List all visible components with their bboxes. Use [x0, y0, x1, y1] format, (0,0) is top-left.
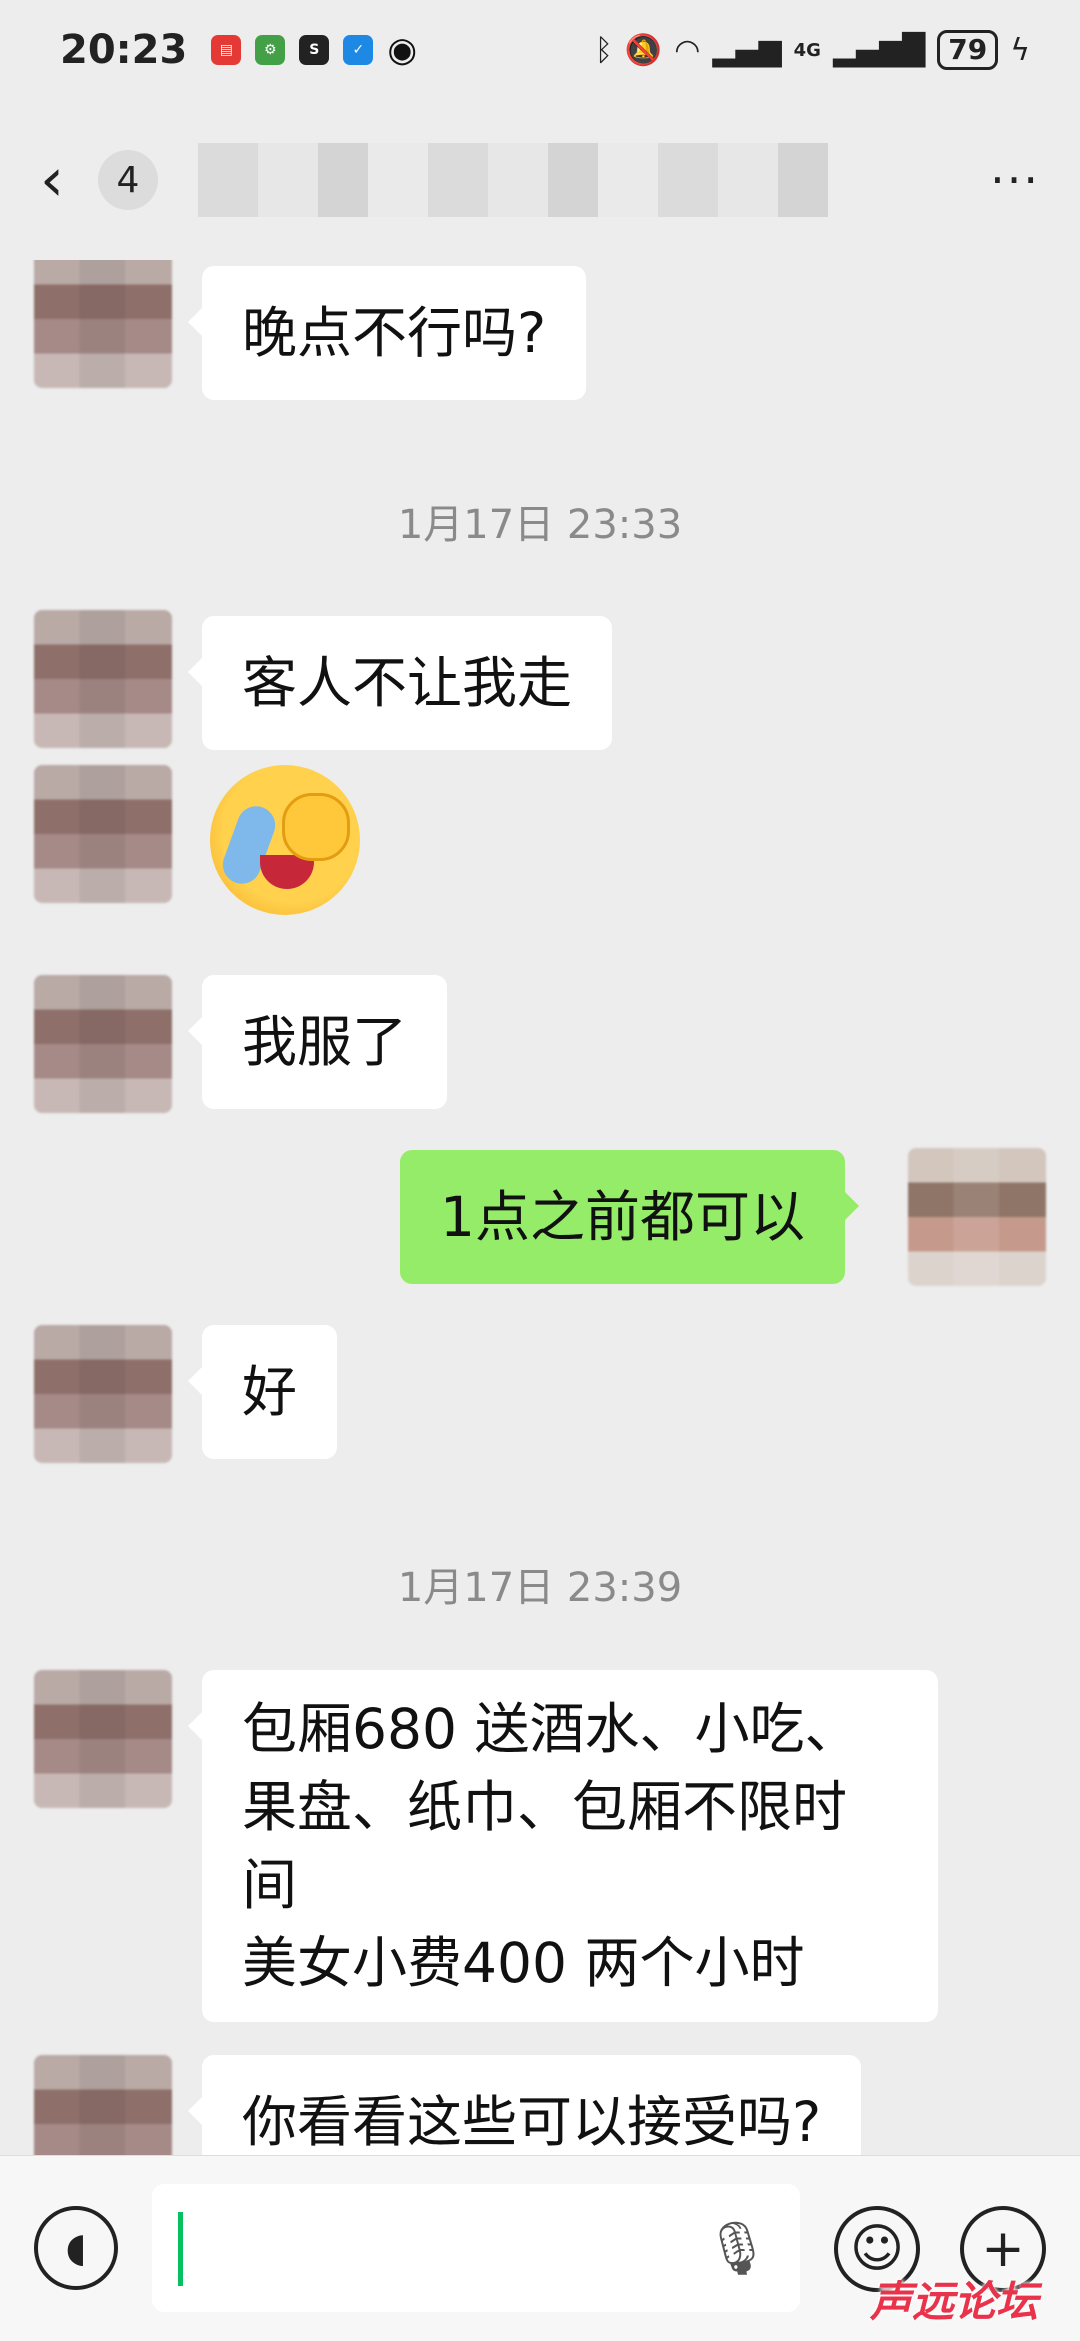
contact-avatar[interactable] [34, 2055, 172, 2155]
settings-notification-icon: ⚙ [255, 35, 286, 65]
status-bar: 20:23 ▤ ⚙ S ✓ ◉ ᛒ 🔕 ◠ ▂▄▆ 4G ▂▄▆█ 79 ϟ [0, 0, 1080, 100]
contact-avatar[interactable] [34, 260, 172, 388]
message-bubble[interactable]: 客人不让我走 [187, 616, 613, 750]
contact-avatar[interactable] [34, 765, 172, 903]
eye-icon: ◉ [387, 30, 417, 70]
notification-app-icon: ▤ [211, 35, 242, 65]
signal-icon-2: ▂▄▆█ [832, 32, 926, 68]
microphone-icon[interactable]: 🎙 [704, 2218, 770, 2279]
message-line: 美女小费400 两个小时 [242, 1931, 805, 1995]
network-type: 4G [793, 39, 821, 61]
charging-icon: ϟ [1010, 32, 1030, 68]
message-bubble[interactable]: 我服了 [187, 975, 448, 1109]
wifi-icon: ◠ [674, 32, 701, 68]
status-right: ᛒ 🔕 ◠ ▂▄▆ 4G ▂▄▆█ 79 ϟ [595, 30, 1030, 70]
chat-title-blurred [198, 143, 828, 217]
status-time: 20:23 [60, 27, 188, 73]
more-options-icon[interactable]: ··· [990, 153, 1040, 207]
contact-avatar[interactable] [34, 1670, 172, 1808]
message-line: 间 [242, 1853, 298, 1917]
message-bubble[interactable]: 晚点不行吗? [187, 266, 587, 400]
contact-avatar[interactable] [34, 975, 172, 1113]
crying-face-sticker[interactable] [210, 765, 360, 915]
signal-icon: ▂▄▆ [712, 32, 782, 68]
battery-indicator: 79 [937, 30, 999, 70]
text-cursor [178, 2212, 183, 2286]
message-bubble-multiline[interactable]: 包厢680 送酒水、小吃、 果盘、纸巾、包厢不限时 间 美女小费400 两个小时 [188, 1670, 938, 2022]
self-avatar[interactable] [908, 1148, 1046, 1286]
message-line: 包厢680 送酒水、小吃、 [242, 1697, 860, 1761]
message-line: 果盘、纸巾、包厢不限时 [242, 1775, 848, 1839]
timestamp-label: 1月17日 23:39 [397, 1565, 683, 1611]
hand-shape [282, 793, 350, 861]
chat-header: ‹ 4 ··· [0, 100, 1080, 260]
bluetooth-icon: ᛒ [594, 32, 613, 68]
contact-avatar[interactable] [34, 1325, 172, 1463]
back-arrow-icon[interactable]: ‹ [40, 145, 90, 215]
timestamp-label: 1月17日 23:33 [397, 502, 683, 548]
chat-message-list[interactable]: 晚点不行吗? 1月17日 23:33 客人不让我走 我服了 1点之前都可以 好 … [0, 260, 1080, 2155]
message-bubble-outgoing[interactable]: 1点之前都可以 [400, 1150, 859, 1284]
message-bubble[interactable]: 好 [187, 1325, 338, 1459]
watermark: 声远论坛 [870, 2277, 1039, 2326]
message-bubble[interactable]: 你看看这些可以接受吗? [187, 2055, 862, 2155]
mute-icon: 🔕 [624, 32, 663, 68]
voice-toggle-icon[interactable]: ◖ [34, 2206, 118, 2290]
soul-app-icon: S [299, 35, 330, 65]
unread-count-badge[interactable]: 4 [98, 150, 158, 210]
message-input[interactable]: 🎙 [152, 2184, 800, 2312]
status-left: 20:23 ▤ ⚙ S ✓ ◉ [60, 27, 417, 73]
browser-app-icon: ✓ [343, 35, 374, 65]
contact-avatar[interactable] [34, 610, 172, 748]
